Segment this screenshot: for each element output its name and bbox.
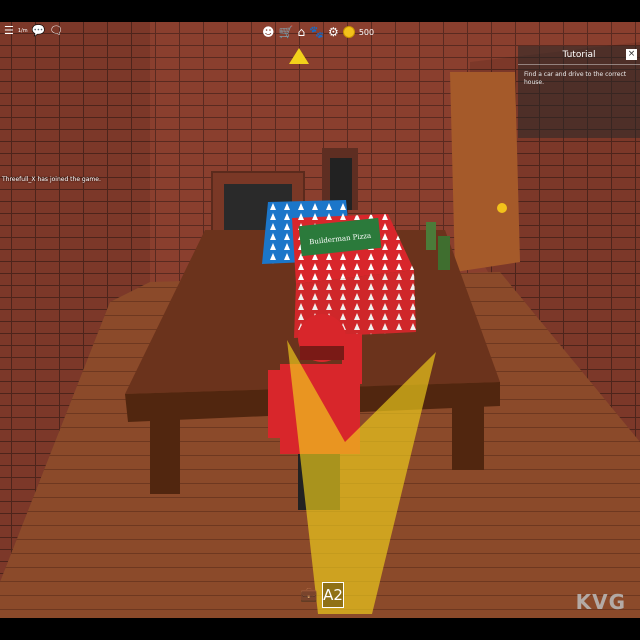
coin-icon bbox=[342, 26, 355, 38]
table-leg bbox=[150, 414, 180, 494]
chat-message: Threefull_X has joined the game. bbox=[2, 176, 101, 183]
watermark: KVG bbox=[575, 590, 626, 614]
letterbox-bottom bbox=[0, 618, 640, 640]
character-arm bbox=[268, 370, 286, 438]
tutorial-text: Find a car and drive to the correct hous… bbox=[524, 71, 627, 86]
close-button[interactable]: × bbox=[626, 49, 637, 60]
menu-icon[interactable]: ☰ bbox=[4, 25, 14, 37]
game-viewport[interactable]: Builderman Pizza ☰ 1/m 💬 🗨 ☻ 🛒 ⌂ 🐾 ⚙ 500 bbox=[0, 22, 640, 618]
character-hat-brim bbox=[300, 346, 344, 360]
soda-can[interactable] bbox=[438, 236, 450, 270]
toolbar: 💼 A2 bbox=[300, 582, 344, 608]
avatar-icon[interactable]: ☻ bbox=[262, 26, 275, 38]
tutorial-panel: Tutorial × Find a car and drive to the c… bbox=[518, 46, 640, 138]
money-amount: 500 bbox=[358, 27, 375, 37]
hud-left-group: ☰ 1/m 💬 🗨 bbox=[4, 22, 63, 40]
home-marker-icon bbox=[289, 48, 309, 64]
hud-center-group: ☻ 🛒 ⌂ 🐾 ⚙ 500 bbox=[262, 22, 374, 42]
home-icon[interactable]: ⌂ bbox=[297, 26, 305, 38]
hud-left-small-text: 1/m bbox=[17, 28, 28, 34]
notification-icon[interactable]: 🗨 bbox=[49, 25, 63, 37]
table-leg bbox=[452, 402, 484, 470]
tutorial-title: Tutorial bbox=[518, 46, 640, 65]
soda-can[interactable] bbox=[426, 222, 436, 250]
hotbar-slot[interactable]: A2 bbox=[322, 582, 344, 608]
door-knob[interactable] bbox=[497, 203, 507, 213]
pet-icon[interactable]: 🐾 bbox=[309, 26, 324, 38]
gear-icon[interactable]: ⚙ bbox=[328, 26, 339, 38]
chat-icon[interactable]: 💬 bbox=[32, 25, 46, 37]
hud-top-bar: ☰ 1/m 💬 🗨 ☻ 🛒 ⌂ 🐾 ⚙ 500 bbox=[0, 22, 640, 64]
briefcase-icon[interactable]: 💼 bbox=[300, 582, 318, 608]
cart-icon[interactable]: 🛒 bbox=[279, 26, 294, 38]
letterbox-top bbox=[0, 0, 640, 22]
door[interactable] bbox=[450, 72, 520, 272]
